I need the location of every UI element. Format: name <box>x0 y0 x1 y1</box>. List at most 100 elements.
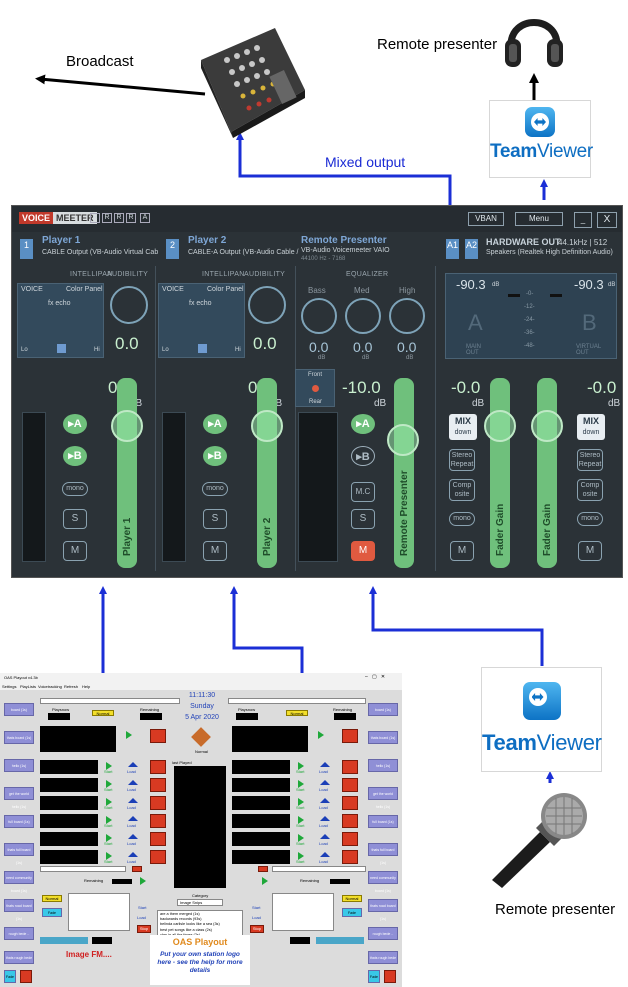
left-queue-load-icon[interactable] <box>128 798 138 803</box>
right-cart-9[interactable]: rough bede .. <box>368 927 398 940</box>
left-queue-load[interactable]: Load <box>127 841 136 846</box>
left-cart-7[interactable]: need community board (1s) <box>4 871 34 893</box>
left-cart-9[interactable]: rough bede .. <box>4 927 34 940</box>
left-queue-start[interactable]: Start <box>104 841 112 846</box>
record-button-2[interactable]: R <box>102 213 112 223</box>
remote-mc-button[interactable]: M.C <box>351 482 375 502</box>
left-bottom-fade[interactable]: Fade <box>42 908 62 917</box>
left-fade[interactable]: Fade <box>4 970 16 983</box>
right-queue-load-icon[interactable] <box>320 816 330 821</box>
right-queue-load-icon[interactable] <box>320 798 330 803</box>
left-queue-start[interactable]: Start <box>104 787 112 792</box>
left-queue-start[interactable]: Start <box>104 859 112 864</box>
category-select[interactable]: Image Snips <box>177 899 223 906</box>
right-queue-start[interactable]: Start <box>296 787 304 792</box>
strip2-a-button[interactable]: ▸A <box>203 414 227 434</box>
remote-mute-button[interactable]: M <box>351 541 375 561</box>
menu-playlists[interactable]: PlayLists <box>20 684 36 689</box>
oas-normal-icon[interactable] <box>191 727 211 747</box>
left-progress[interactable] <box>40 698 180 704</box>
strip1-a-button[interactable]: ▸A <box>63 414 87 434</box>
right-queue-load[interactable]: Load <box>319 805 328 810</box>
strip2-intellipan[interactable]: VOICE Color Panel fx echo Lo Hi <box>158 283 245 358</box>
strip2-audibility-knob[interactable] <box>248 286 286 324</box>
left-queue-load[interactable]: Load <box>127 859 136 864</box>
menu-settings[interactable]: Settings <box>2 684 16 689</box>
strip2-device[interactable]: CABLE-A Output (VB-Audio Cable / <box>188 249 299 256</box>
out-b-mute[interactable]: M <box>578 541 602 561</box>
left-queue-load[interactable]: Load <box>127 805 136 810</box>
right-cart-10[interactable]: thats rough bede .. <box>368 951 398 973</box>
out-a-composite[interactable]: Comp osite <box>449 479 475 501</box>
left-cart-5[interactable]: full board (1s) <box>4 815 34 828</box>
out-a-mix-button[interactable]: MIX down <box>449 414 477 440</box>
record-button-4[interactable]: R <box>126 213 136 223</box>
right-bottom-normal[interactable]: Normal <box>342 895 362 902</box>
right-queue-start[interactable]: Start <box>296 841 304 846</box>
left-bottom-load[interactable]: Load <box>137 915 146 920</box>
record-button-1[interactable]: R <box>90 213 100 223</box>
out-b-composite[interactable]: Comp osite <box>577 479 603 501</box>
menu-help[interactable]: Help <box>82 684 90 689</box>
right-cart-6[interactable]: thats full board (1s) <box>368 843 398 865</box>
left-queue-delete[interactable] <box>150 760 166 774</box>
right-queue-delete[interactable] <box>342 850 358 864</box>
strip2-solo-button[interactable]: S <box>203 509 227 529</box>
right-queue-start[interactable]: Start <box>296 805 304 810</box>
right-cart-7[interactable]: need community board (1s) <box>368 871 398 893</box>
left-queue-delete[interactable] <box>150 850 166 864</box>
right-cart-1[interactable]: board (1s) <box>368 703 398 716</box>
left-queue-start[interactable]: Start <box>104 805 112 810</box>
left-cart-3[interactable]: hello (1s) <box>4 759 34 772</box>
remote-fader-handle[interactable] <box>387 424 419 456</box>
right-cart-3[interactable]: hello (1s) <box>368 759 398 772</box>
right-queue-load[interactable]: Load <box>319 823 328 828</box>
right-fade[interactable]: Fade <box>368 970 380 983</box>
close-button[interactable]: X <box>597 212 617 228</box>
left-cart-4[interactable]: get the world hello (1s) <box>4 787 34 809</box>
a2-select[interactable]: A2 <box>465 239 478 259</box>
strip2-mono-button[interactable]: mono <box>202 482 228 496</box>
left-bottom-normal[interactable]: Normal <box>42 895 62 902</box>
remote-solo-button[interactable]: S <box>351 509 375 529</box>
left-queue-start[interactable]: Start <box>104 823 112 828</box>
strip2-mute-button[interactable]: M <box>203 541 227 561</box>
eq-bass-knob[interactable] <box>301 298 337 334</box>
right-play-icon[interactable] <box>318 731 324 739</box>
right-stop[interactable] <box>384 970 396 983</box>
right-queue-load[interactable]: Load <box>319 769 328 774</box>
right-stop-button[interactable] <box>342 729 358 743</box>
right-bottom-fade[interactable]: Fade <box>342 908 362 917</box>
strip2-number[interactable]: 2 <box>166 239 179 259</box>
out-b-stereo-repeat[interactable]: Stereo Repeat <box>577 449 603 471</box>
left-cart-10[interactable]: thats rough bede .. <box>4 951 34 973</box>
left-normal-button[interactable]: Normal <box>92 710 114 716</box>
left-stop[interactable] <box>20 970 32 983</box>
left-cart-6[interactable]: thats full board (1s) <box>4 843 34 865</box>
out-b-mix-button[interactable]: MIX down <box>577 414 605 440</box>
left-bottom-start[interactable]: Start <box>138 905 146 910</box>
left-queue-load-icon[interactable] <box>128 816 138 821</box>
left-bottom-play-icon[interactable] <box>140 877 146 885</box>
left-queue-start[interactable]: Start <box>104 769 112 774</box>
right-queue-load-icon[interactable] <box>320 762 330 767</box>
minimize-button[interactable]: _ <box>574 212 592 228</box>
right-queue-load-icon[interactable] <box>320 780 330 785</box>
left-queue-load[interactable]: Load <box>127 823 136 828</box>
out-a-mute[interactable]: M <box>450 541 474 561</box>
right-bottom-play-icon[interactable] <box>262 877 268 885</box>
right-queue-start[interactable]: Start <box>296 823 304 828</box>
remote-pan-pad[interactable]: Front Rear <box>295 369 335 407</box>
right-bottom-start[interactable]: Start <box>252 905 260 910</box>
right-queue-load-icon[interactable] <box>320 852 330 857</box>
strip2-pan-handle[interactable] <box>198 344 207 353</box>
strip2-b-button[interactable]: ▸B <box>203 446 227 466</box>
right-queue-delete[interactable] <box>342 832 358 846</box>
strip1-mute-button[interactable]: M <box>63 541 87 561</box>
remote-pan-handle[interactable] <box>312 385 319 392</box>
left-queue-load[interactable]: Load <box>127 769 136 774</box>
right-queue-delete[interactable] <box>342 778 358 792</box>
left-queue-delete[interactable] <box>150 778 166 792</box>
menu-refresh[interactable]: Refresh <box>64 684 78 689</box>
left-stop-button[interactable] <box>150 729 166 743</box>
